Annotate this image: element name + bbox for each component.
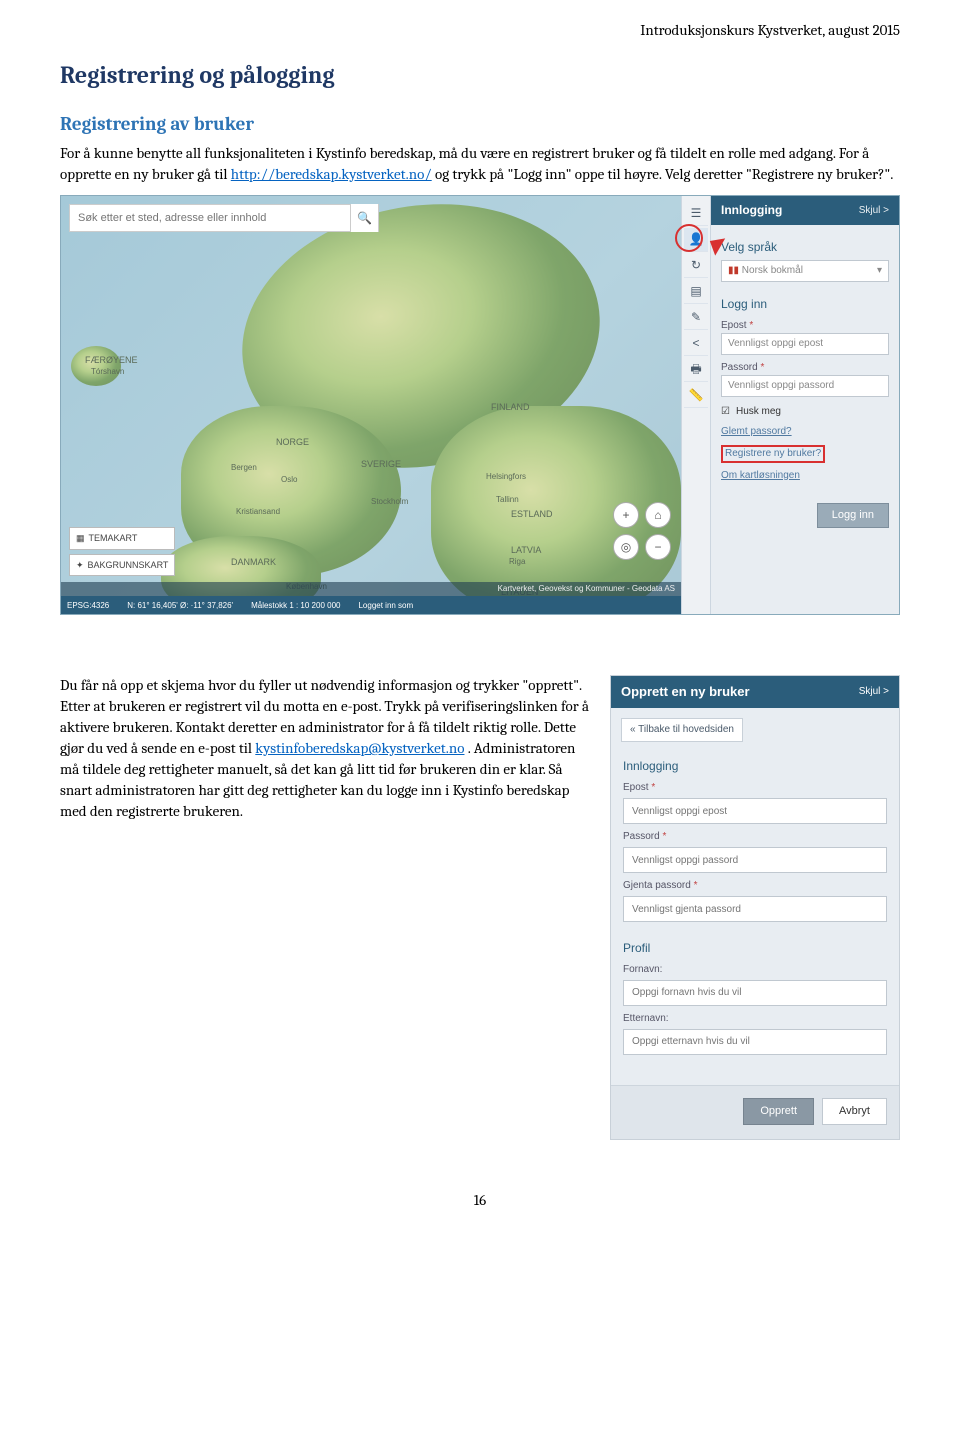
panel-header: Innlogging Skjul > bbox=[711, 196, 899, 225]
label-stockholm: Stockholm bbox=[371, 496, 408, 507]
status-coords: N: 61° 16,405' Ø: ·11° 37,826' bbox=[127, 600, 233, 611]
s2-epost-input[interactable] bbox=[623, 798, 887, 824]
login-panel: Innlogging Skjul > Velg språk ▮▮ Norsk b… bbox=[711, 196, 899, 614]
map-screenshot: FÆRØYENE Tórshavn NORGE Bergen Oslo Kris… bbox=[60, 195, 900, 615]
s2-gjenta-input[interactable] bbox=[623, 896, 887, 922]
status-epsg: EPSG:4326 bbox=[67, 600, 109, 611]
s2-title: Opprett en ny bruker bbox=[621, 683, 750, 701]
temakart-button[interactable]: ▦ TEMAKART bbox=[69, 527, 175, 550]
doc-header: Introduksjonskurs Kystverket, august 201… bbox=[60, 20, 900, 41]
epost-input[interactable]: Vennligst oppgi epost bbox=[721, 333, 889, 355]
label-helsingfors: Helsingfors bbox=[486, 471, 526, 482]
layers-icon[interactable]: ▤ bbox=[684, 280, 708, 304]
layers-icon: ▦ bbox=[76, 532, 85, 545]
search-bar: 🔍 bbox=[69, 204, 379, 232]
ruler-icon[interactable]: 📏 bbox=[684, 384, 708, 408]
map-controls: + ⌂ ◎ − bbox=[613, 502, 671, 560]
email-link[interactable]: kystinfoberedskap@kystverket.no bbox=[255, 739, 464, 757]
locate-button[interactable]: ◎ bbox=[613, 534, 639, 560]
s2-innlogging-heading: Innlogging bbox=[623, 758, 887, 775]
page-title: Registrering og pålogging bbox=[60, 59, 900, 93]
panel-hide-button[interactable]: Skjul > bbox=[859, 204, 889, 218]
subheading: Registrering av bruker bbox=[60, 111, 900, 138]
label-estland: ESTLAND bbox=[511, 508, 553, 521]
bakgrunnskart-button[interactable]: ✦ BAKGRUNNSKART bbox=[69, 554, 175, 577]
status-bar: EPSG:4326 N: 61° 16,405' Ø: ·11° 37,826'… bbox=[61, 596, 681, 614]
opprett-button[interactable]: Opprett bbox=[743, 1098, 814, 1125]
velg-sprak-heading: Velg språk bbox=[721, 239, 889, 256]
zoom-out-button[interactable]: − bbox=[645, 534, 671, 560]
print-icon[interactable]: 🖶 bbox=[684, 358, 708, 382]
logg-inn-button[interactable]: Logg inn bbox=[817, 503, 889, 528]
menu-icon[interactable]: ☰ bbox=[684, 202, 708, 226]
map-attribution: Kartverket, Geovekst og Kommuner - Geoda… bbox=[61, 582, 681, 596]
share-icon[interactable]: < bbox=[684, 332, 708, 356]
s2-etternavn-label: Etternavn: bbox=[623, 1012, 887, 1026]
s2-header: Opprett en ny bruker Skjul > bbox=[611, 676, 899, 708]
beredskap-link[interactable]: http://beredskap.kystverket.no/ bbox=[231, 165, 432, 183]
temakart-label: TEMAKART bbox=[89, 532, 138, 545]
map-layer-buttons: ▦ TEMAKART ✦ BAKGRUNNSKART bbox=[69, 527, 175, 576]
label-norge: NORGE bbox=[276, 436, 309, 449]
registrer-bruker-link[interactable]: Registrere ny bruker? bbox=[721, 445, 889, 463]
label-kristiansand: Kristiansand bbox=[236, 506, 280, 517]
label-latvia: LATVIA bbox=[511, 544, 541, 557]
search-input[interactable] bbox=[70, 212, 350, 224]
bakgrunnskart-label: BAKGRUNNSKART bbox=[88, 559, 169, 572]
s2-epost-label: Epost bbox=[623, 781, 887, 795]
husk-meg-checkbox[interactable]: ☑ Husk meg bbox=[721, 405, 889, 419]
home-extent-button[interactable]: ⌂ bbox=[645, 502, 671, 528]
label-danmark: DANMARK bbox=[231, 556, 276, 569]
status-scale: Målestokk 1 : 10 200 000 bbox=[251, 600, 340, 611]
glemt-passord-link[interactable]: Glemt passord? bbox=[721, 425, 889, 439]
husk-meg-label: Husk meg bbox=[736, 405, 781, 419]
body-paragraph-2: Du får nå opp et skjema hvor du fyller u… bbox=[60, 675, 590, 822]
s2-hide-button[interactable]: Skjul > bbox=[859, 685, 889, 699]
search-icon: 🔍 bbox=[357, 210, 372, 227]
label-bergen: Bergen bbox=[231, 462, 257, 473]
s2-passord-input[interactable] bbox=[623, 847, 887, 873]
logg-inn-heading: Logg inn bbox=[721, 296, 889, 313]
intro-text-b: og trykk på "Logg inn" oppe til høyre. V… bbox=[435, 165, 893, 183]
opprett-bruker-screenshot: Opprett en ny bruker Skjul > « Tilbake t… bbox=[610, 675, 900, 1140]
zoom-in-button[interactable]: + bbox=[613, 502, 639, 528]
passord-label: Passord bbox=[721, 361, 889, 375]
language-select[interactable]: ▮▮ Norsk bokmål ▾ bbox=[721, 260, 889, 282]
globe-icon: ✦ bbox=[76, 559, 84, 572]
refresh-icon[interactable]: ↻ bbox=[684, 254, 708, 278]
intro-paragraph: For å kunne benytte all funksjonaliteten… bbox=[60, 143, 900, 185]
epost-label: Epost bbox=[721, 319, 889, 333]
label-tallinn: Tallinn bbox=[496, 494, 519, 505]
avbryt-button[interactable]: Avbryt bbox=[822, 1098, 887, 1125]
s2-passord-label: Passord bbox=[623, 830, 887, 844]
s2-fornavn-label: Fornavn: bbox=[623, 963, 887, 977]
label-torshavn: Tórshavn bbox=[91, 366, 124, 377]
passord-input[interactable]: Vennligst oppgi passord bbox=[721, 375, 889, 397]
label-finland: FINLAND bbox=[491, 401, 530, 414]
s2-gjenta-label: Gjenta passord bbox=[623, 879, 887, 893]
status-logged: Logget inn som bbox=[358, 600, 413, 611]
map-canvas[interactable]: FÆRØYENE Tórshavn NORGE Bergen Oslo Kris… bbox=[61, 196, 681, 614]
label-sverige: SVERIGE bbox=[361, 458, 401, 471]
s2-button-row: Opprett Avbryt bbox=[611, 1085, 899, 1139]
vertical-toolbar: ☰ 👤 ↻ ▤ ✎ < 🖶 📏 bbox=[681, 196, 711, 614]
label-faeroyene: FÆRØYENE bbox=[85, 354, 138, 367]
highlight-box: Registrere ny bruker? bbox=[721, 445, 825, 463]
checkbox-icon: ☑ bbox=[721, 405, 730, 419]
chevron-down-icon: ▾ bbox=[877, 264, 882, 278]
edit-icon[interactable]: ✎ bbox=[684, 306, 708, 330]
back-button[interactable]: « Tilbake til hovedsiden bbox=[621, 718, 743, 742]
s2-fornavn-input[interactable] bbox=[623, 980, 887, 1006]
language-value: Norsk bokmål bbox=[742, 265, 803, 276]
om-kartlosningen-link[interactable]: Om kartløsningen bbox=[721, 469, 889, 483]
search-button[interactable]: 🔍 bbox=[350, 204, 378, 232]
s2-etternavn-input[interactable] bbox=[623, 1029, 887, 1055]
label-riga: Riga bbox=[509, 556, 525, 567]
label-oslo: Oslo bbox=[281, 474, 297, 485]
page-number: 16 bbox=[60, 1190, 900, 1211]
panel-title: Innlogging bbox=[721, 202, 782, 219]
s2-profil-heading: Profil bbox=[623, 940, 887, 957]
